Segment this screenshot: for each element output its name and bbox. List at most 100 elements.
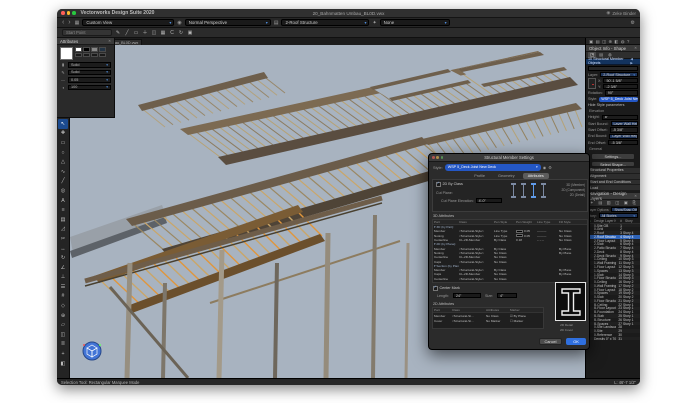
attributes-3d-table[interactable]: PartClassPen StylePen WeightLine TypeFil… — [432, 219, 588, 283]
slab-tool-icon[interactable]: ◿ — [58, 225, 68, 235]
stepper-arrows-icon[interactable]: ◀ ▶ — [630, 57, 638, 65]
pen-mode-icon[interactable]: ╱ — [123, 29, 131, 37]
eye-icon[interactable]: ◉ — [543, 165, 547, 170]
color-chip[interactable] — [91, 47, 98, 52]
interactive-scaling-icon[interactable]: ✎ — [114, 29, 122, 37]
gear-icon[interactable]: ⚙ — [631, 20, 635, 26]
layer-options-dropdown[interactable]: Show/Snap Others▾ — [611, 207, 638, 212]
grid-mode-icon[interactable]: ▦ — [159, 29, 167, 37]
polygon-tool-icon[interactable]: △ — [58, 157, 68, 167]
add-tool-icon[interactable]: + — [58, 349, 68, 359]
section-tool-icon[interactable]: ◫ — [58, 330, 68, 340]
circle-tool-icon[interactable]: ○ — [58, 148, 68, 158]
member-preview-icon[interactable] — [521, 183, 526, 198]
color-chip[interactable] — [99, 47, 106, 52]
pan-tool-icon[interactable]: ✚ — [58, 129, 68, 139]
member-preview-icon[interactable] — [511, 183, 516, 198]
close-icon[interactable]: ✕ — [634, 46, 637, 50]
hatch-tool-icon[interactable]: ≡ — [58, 205, 68, 215]
attributes-2d-table[interactable]: PartClassAttributesMarkerMember<Structur… — [432, 307, 544, 329]
attribute-dropdown[interactable]: Solid▾ — [68, 62, 111, 68]
hide-style-toggle[interactable]: Hide Style parameters — [588, 103, 624, 107]
object-info-icon[interactable]: ▣ — [589, 39, 593, 44]
center-mark-checkbox[interactable]: ✓ Center Mark — [433, 286, 460, 291]
color-chip[interactable] — [75, 53, 82, 58]
end-offset-field[interactable]: -5 3/8" — [608, 140, 638, 145]
rotate-mode-icon[interactable]: ↻ — [177, 29, 185, 37]
wall-tool-icon[interactable]: ▤ — [58, 215, 68, 225]
angle-dimension-tool-icon[interactable]: ∠ — [58, 263, 68, 273]
gear-icon[interactable]: ⚙ — [548, 165, 552, 170]
close-icon[interactable]: ✕ — [634, 194, 637, 198]
rotation-field[interactable]: 90° — [605, 90, 638, 95]
start-bound-dropdown[interactable]: Layer Wall Height▾ — [611, 121, 639, 126]
active-class-dropdown[interactable]: None▾ — [380, 19, 450, 26]
color-chip[interactable] — [75, 47, 82, 52]
object-info-title[interactable]: Object Info - Shape✕ — [586, 45, 640, 52]
zoom-window-icon[interactable] — [72, 11, 76, 15]
constrain-mode-icon[interactable]: C — [168, 29, 176, 37]
visualization-icon[interactable]: ◍ — [621, 39, 625, 44]
story-dropdown[interactable]: All Stories▾ — [599, 213, 638, 218]
rotate-tool-icon[interactable]: ↻ — [58, 253, 68, 263]
trim-tool-icon[interactable]: ✂ — [58, 234, 68, 244]
attributes-dock-icon[interactable]: ◧ — [614, 39, 618, 44]
start-offset-field[interactable]: -5 3/8" — [610, 127, 638, 132]
attribute-dropdown[interactable]: 0.05▾ — [68, 77, 111, 83]
member-preview-icon-selected[interactable] — [531, 183, 536, 198]
lasso-mode-icon[interactable]: ◫ — [150, 29, 158, 37]
active-layer-dropdown[interactable]: 2-Roof Structure▾ — [281, 19, 369, 26]
dialog-title-bar[interactable]: Structural Member Settings — [429, 154, 589, 162]
member-preview-icon[interactable] — [541, 183, 546, 198]
settings-button[interactable]: Settings... — [591, 153, 635, 160]
layer-dropdown[interactable]: 2-Roof Structure▾ — [600, 72, 638, 77]
viewports-tab-icon[interactable]: ◫ — [614, 200, 622, 206]
selection-tool-icon[interactable]: ↖ — [58, 119, 68, 129]
close-icon[interactable]: ✕ — [108, 39, 111, 43]
minimize-window-icon[interactable] — [67, 11, 71, 15]
clip-tool-icon[interactable]: ◧ — [58, 359, 68, 369]
freehand-tool-icon[interactable]: ∿ — [58, 167, 68, 177]
rectangle-tool-icon[interactable]: ▭ — [58, 138, 68, 148]
layer-row[interactable]: Density 0" x 70"31 — [586, 337, 640, 341]
navigation-palette-title[interactable]: Navigation - Design Layers✕ — [586, 193, 640, 200]
text-tool-icon[interactable]: A — [58, 196, 68, 206]
reference-point-widget[interactable] — [588, 78, 596, 89]
attribute-table-row[interactable]: Cover<Structural-St...No Marker☐ Marker — [433, 318, 543, 323]
stack-tool-icon[interactable]: ☰ — [58, 282, 68, 292]
user-account[interactable]: ◉ Zeke Binder — [606, 10, 636, 16]
select-shape-button[interactable]: Select Shape... — [591, 161, 635, 168]
constraint-tool-icon[interactable]: ⊥ — [58, 273, 68, 283]
mode-dropdown[interactable]: Start Point — [62, 29, 112, 36]
resource-manager-icon[interactable]: ◫ — [602, 39, 606, 44]
name-field[interactable] — [588, 66, 638, 71]
x-field[interactable]: 50'-1 5/8" — [603, 78, 638, 83]
attributes-palette-title[interactable]: Attributes✕ — [57, 38, 114, 45]
end-bound-dropdown[interactable]: Layer Wall Height▾ — [609, 134, 638, 139]
saved-view-dropdown[interactable]: Custom View▾ — [82, 19, 174, 26]
color-chip[interactable] — [83, 47, 90, 52]
ok-button[interactable]: OK — [566, 338, 586, 345]
snapping-icon[interactable]: ⊕ — [608, 39, 612, 44]
color-chip[interactable] — [91, 53, 98, 58]
design-layers-tab-icon[interactable]: ▤ — [597, 200, 605, 206]
by-class-checkbox[interactable]: ✓ 2D By Class — [436, 182, 463, 187]
cut-plane-elevation-field[interactable]: 4'-0" — [476, 198, 502, 203]
insert-tool-icon[interactable]: ⊕ — [58, 311, 68, 321]
color-chip[interactable] — [99, 53, 106, 58]
length-field[interactable]: 24" — [453, 293, 481, 298]
size-field[interactable]: 4" — [497, 293, 517, 298]
help-icon[interactable]: ? — [627, 39, 629, 44]
line-tool-icon[interactable]: ╱ — [58, 177, 68, 187]
attribute-dropdown[interactable]: 100▾ — [68, 85, 111, 91]
cancel-button[interactable]: Cancel — [539, 338, 562, 345]
attribute-table-row[interactable]: Member<Structural-St...No Class☑ By Plan… — [433, 313, 543, 318]
plus-mode-icon[interactable]: ＋ — [141, 29, 149, 37]
attribute-dropdown[interactable]: Solid▾ — [68, 70, 111, 76]
layers-tool-icon[interactable]: ≣ — [58, 340, 68, 350]
move-tool-icon[interactable]: ↔ — [58, 244, 68, 254]
y-field[interactable]: -2 3/8" — [603, 84, 638, 89]
style-dropdown[interactable]: WSP 5_Deck Joist New Deck▾ — [599, 97, 638, 102]
sheet-layers-tab-icon[interactable]: ▥ — [605, 200, 613, 206]
magnify-mode-icon[interactable]: ▣ — [186, 29, 194, 37]
